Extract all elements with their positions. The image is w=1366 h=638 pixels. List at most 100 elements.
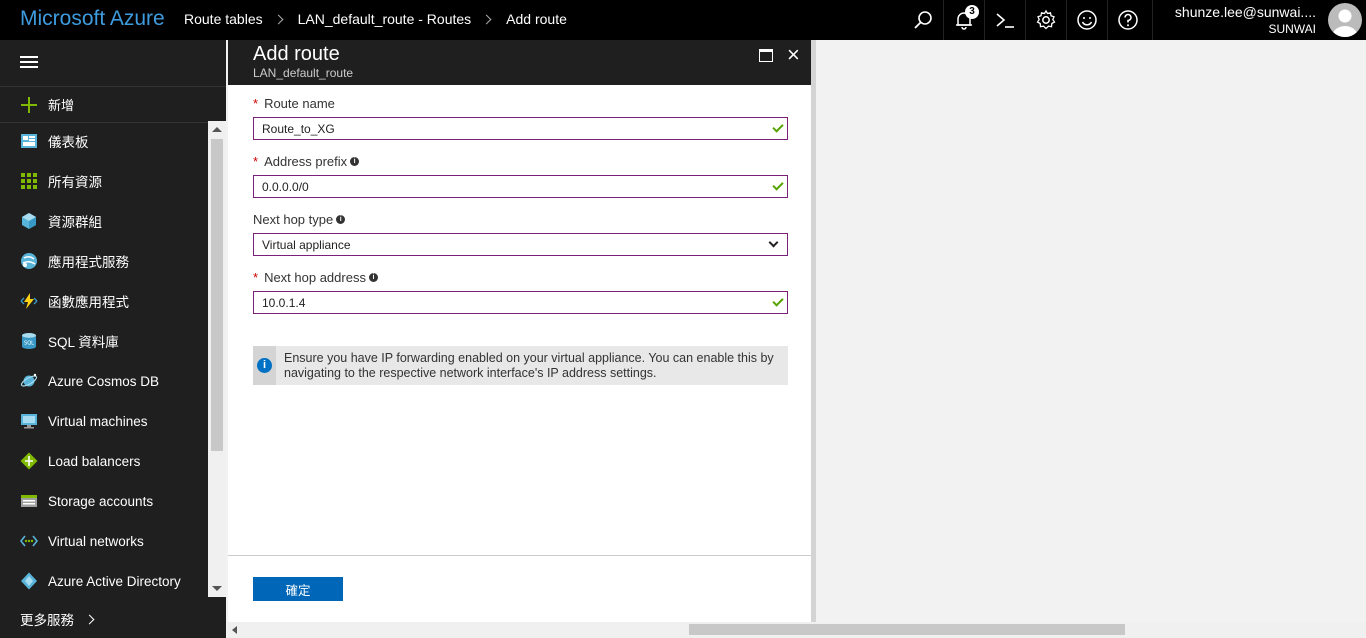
sidebar: 新增 儀表板 所有資源 資源群組 應用程式服務 函數應用程式 SQL SQL 資… (0, 40, 226, 638)
valid-check-icon (772, 295, 784, 307)
virtual-machines-icon (21, 414, 37, 429)
route-name-value: Route_to_XG (262, 121, 335, 136)
sidebar-scrollbar[interactable] (208, 121, 226, 597)
cosmos-db-icon (20, 373, 38, 387)
blade-title: Add route (253, 43, 340, 65)
scrollbar-thumb[interactable] (689, 624, 1125, 635)
more-services-label: 更多服務 (20, 613, 74, 628)
breadcrumb: Route tables LAN_default_route - Routes … (184, 11, 567, 27)
hamburger-menu-icon[interactable] (20, 56, 38, 68)
valid-check-icon (772, 179, 784, 191)
user-org: SUNWAI (1268, 22, 1316, 36)
sidebar-item-app-services[interactable]: 應用程式服務 (0, 241, 208, 281)
close-icon[interactable]: × (787, 44, 800, 66)
all-resources-icon (21, 173, 37, 189)
next-hop-address-label: Next hop address (264, 269, 366, 285)
next-hop-address-input[interactable]: 10.0.1.4 (253, 291, 788, 314)
sidebar-nav: 儀表板 所有資源 資源群組 應用程式服務 函數應用程式 SQL SQL 資料庫 … (0, 121, 208, 601)
notification-badge: 3 (965, 5, 979, 19)
search-button[interactable] (902, 0, 943, 40)
chevron-right-icon (481, 14, 492, 24)
route-name-field: * Route name Route_to_XG (253, 94, 788, 140)
blade-header: Add route LAN_default_route × (228, 40, 811, 85)
next-hop-type-value: Virtual appliance (262, 237, 351, 252)
brand-logo[interactable]: Microsoft Azure (20, 7, 165, 31)
sidebar-item-label: Storage accounts (48, 493, 154, 509)
sidebar-item-label: 所有資源 (48, 175, 102, 190)
info-circle-icon: i (257, 358, 272, 373)
info-icon[interactable]: i (350, 156, 360, 166)
sidebar-item-label: Virtual machines (48, 413, 148, 429)
user-silhouette-icon (1332, 9, 1358, 37)
sidebar-item-function-apps[interactable]: 函數應用程式 (0, 281, 208, 321)
footer-divider (228, 555, 811, 556)
sidebar-item-load-balancers[interactable]: Load balancers (0, 441, 208, 481)
next-hop-type-select[interactable]: Virtual appliance (253, 233, 788, 256)
next-hop-type-field: Next hop type i Virtual appliance (253, 210, 788, 256)
scroll-up-arrow-icon[interactable] (212, 127, 222, 132)
feedback-button[interactable] (1066, 0, 1107, 40)
more-services-link[interactable]: 更多服務 (20, 609, 95, 629)
sidebar-item-virtual-machines[interactable]: Virtual machines (0, 401, 208, 441)
info-icon[interactable]: i (368, 272, 378, 282)
sidebar-item-storage-accounts[interactable]: Storage accounts (0, 481, 208, 521)
required-marker: * (253, 153, 259, 169)
blade-subtitle: LAN_default_route (253, 66, 354, 80)
app-services-icon (21, 253, 37, 269)
dashboard-icon (21, 134, 37, 148)
help-button[interactable] (1107, 0, 1148, 40)
sidebar-item-resource-groups[interactable]: 資源群組 (0, 201, 208, 241)
address-prefix-label: Address prefix (264, 153, 348, 169)
scrollbar-thumb[interactable] (211, 139, 223, 451)
sidebar-item-label: SQL 資料庫 (48, 335, 119, 350)
ip-forwarding-info-box: i Ensure you have IP forwarding enabled … (253, 346, 788, 385)
route-name-input[interactable]: Route_to_XG (253, 117, 788, 140)
gear-icon (1036, 9, 1056, 30)
chevron-right-icon (273, 14, 284, 24)
breadcrumb-routes[interactable]: LAN_default_route - Routes (298, 11, 472, 27)
address-prefix-input[interactable]: 0.0.0.0/0 (253, 175, 788, 198)
sidebar-item-new[interactable]: 新增 (0, 86, 226, 123)
sidebar-item-label: 應用程式服務 (48, 255, 129, 270)
virtual-networks-icon (20, 535, 38, 547)
active-directory-icon (21, 572, 37, 590)
sidebar-item-label: Load balancers (48, 453, 141, 469)
sidebar-item-virtual-networks[interactable]: Virtual networks (0, 521, 208, 561)
notifications-button[interactable]: 3 (943, 0, 984, 40)
info-icon[interactable]: i (336, 214, 346, 224)
storage-accounts-icon (21, 495, 37, 507)
user-menu[interactable]: shunze.lee@sunwai.... SUNWAI (1152, 0, 1366, 40)
sidebar-item-label: Azure Active Directory (48, 573, 181, 589)
sidebar-item-label: Azure Cosmos DB (48, 373, 160, 389)
sidebar-item-label: 資源群組 (48, 215, 102, 230)
plus-icon (21, 96, 37, 113)
cloud-shell-icon (996, 13, 1014, 28)
horizontal-scrollbar[interactable] (228, 622, 1366, 638)
sidebar-item-label: 新增 (48, 98, 75, 113)
scroll-down-arrow-icon[interactable] (212, 586, 222, 591)
route-name-label: Route name (264, 95, 335, 111)
sidebar-item-all-resources[interactable]: 所有資源 (0, 161, 208, 201)
resource-groups-icon (22, 213, 36, 229)
ok-button[interactable]: 確定 (253, 577, 343, 601)
top-bar: Microsoft Azure Route tables LAN_default… (0, 0, 1366, 40)
sidebar-item-sql-database[interactable]: SQL SQL 資料庫 (0, 321, 208, 361)
settings-button[interactable] (1025, 0, 1066, 40)
avatar (1328, 3, 1362, 37)
scroll-left-arrow-icon[interactable] (232, 626, 237, 634)
breadcrumb-route-tables[interactable]: Route tables (184, 11, 263, 27)
sidebar-item-cosmos-db[interactable]: Azure Cosmos DB (0, 361, 208, 401)
sidebar-item-label: 函數應用程式 (48, 295, 129, 310)
help-icon (1118, 10, 1138, 30)
valid-check-icon (772, 121, 784, 133)
add-route-blade: Add route LAN_default_route × * Route nam… (228, 40, 811, 622)
blade-edge (811, 40, 816, 622)
breadcrumb-add-route[interactable]: Add route (506, 11, 567, 27)
maximize-icon[interactable] (759, 49, 773, 62)
address-prefix-field: * Address prefix i 0.0.0.0/0 (253, 152, 788, 198)
sidebar-item-active-directory[interactable]: Azure Active Directory (0, 561, 208, 601)
search-icon (913, 11, 932, 29)
svg-text:SQL: SQL (24, 341, 34, 347)
sidebar-item-dashboard[interactable]: 儀表板 (0, 121, 208, 161)
cloud-shell-button[interactable] (984, 0, 1025, 40)
